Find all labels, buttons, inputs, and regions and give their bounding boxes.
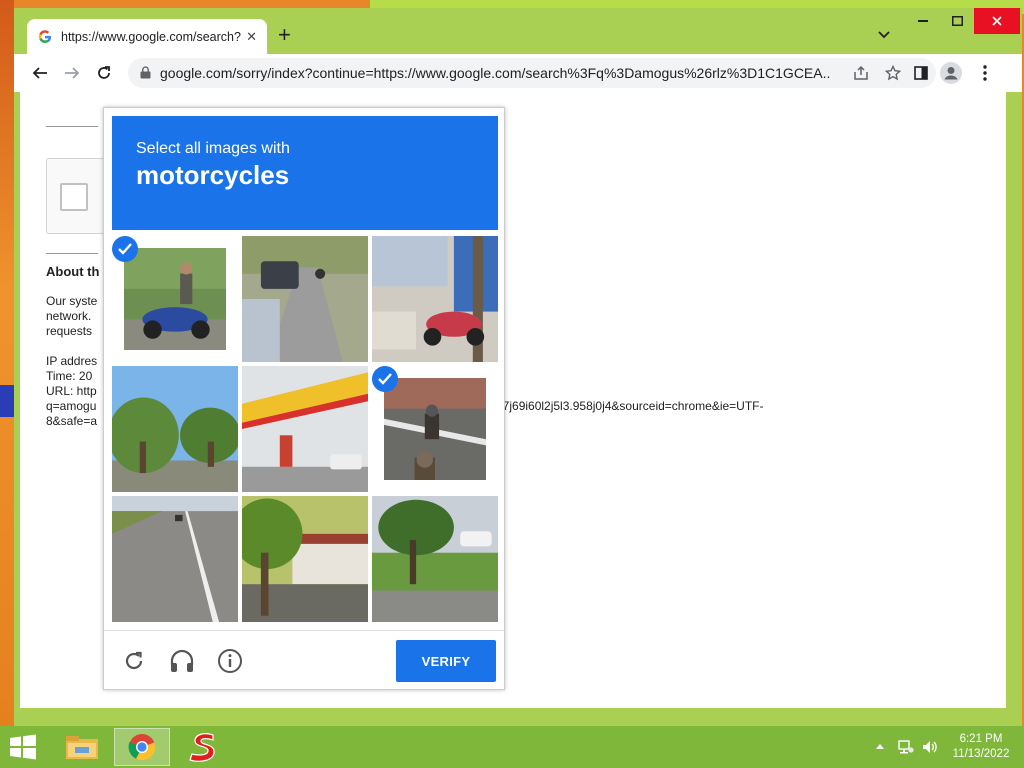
recaptcha-widget — [46, 158, 106, 234]
maximize-icon[interactable] — [940, 8, 974, 34]
back-icon[interactable] — [29, 62, 51, 84]
google-favicon-icon — [37, 29, 53, 45]
side-panel-icon[interactable] — [910, 62, 932, 84]
captcha-tile-2[interactable] — [242, 236, 368, 362]
volume-icon[interactable] — [922, 740, 938, 757]
captcha-tile-4[interactable] — [112, 366, 238, 492]
tab-strip: https://www.google.com/search? ✕ + — [14, 8, 1022, 54]
page-viewport: About th Our syste network. requests IP … — [20, 92, 1006, 708]
show-hidden-icons-icon[interactable] — [876, 738, 884, 752]
clock-date: 11/13/2022 — [952, 748, 1010, 760]
clock-time: 6:21 PM — [959, 733, 1003, 745]
captcha-tile-6[interactable] — [372, 366, 498, 492]
taskbar: 6:21 PM 11/13/2022 — [0, 726, 1024, 768]
browser-tab[interactable]: https://www.google.com/search? ✕ — [27, 19, 267, 54]
captcha-tile-1[interactable] — [112, 236, 238, 362]
captcha-tile-3[interactable] — [372, 236, 498, 362]
about-heading: About th — [46, 264, 100, 279]
new-tab-icon[interactable]: + — [278, 24, 291, 46]
divider — [46, 126, 98, 127]
address-bar[interactable]: google.com/sorry/index?continue=https://… — [128, 58, 936, 88]
desktop-background-left — [0, 0, 14, 730]
lock-icon[interactable] — [140, 66, 151, 84]
captcha-instruction: Select all images with — [136, 140, 290, 157]
browser-toolbar: google.com/sorry/index?continue=https://… — [14, 54, 1022, 92]
selected-check-icon — [112, 236, 138, 262]
divider — [46, 253, 98, 254]
motorcyclist-road-image — [384, 378, 486, 480]
minimize-icon[interactable] — [906, 8, 940, 34]
ip-line: IP addres — [46, 354, 98, 368]
time-line: Time: 20 — [46, 369, 93, 383]
captcha-tile-5[interactable] — [242, 366, 368, 492]
scooter-shop-image — [372, 236, 498, 362]
chrome-taskbar-icon[interactable] — [114, 728, 170, 766]
body-text: requests — [46, 324, 93, 338]
url-line: URL: http — [46, 384, 97, 398]
verify-button[interactable]: VERIFY — [396, 640, 496, 682]
selected-check-icon — [372, 366, 398, 392]
captcha-image-grid — [112, 236, 498, 622]
building-trees-image — [242, 496, 368, 622]
tab-search-chevron-icon[interactable] — [878, 26, 890, 44]
tab-title: https://www.google.com/search? — [61, 29, 241, 44]
reload-challenge-icon[interactable] — [120, 647, 148, 675]
file-explorer-icon[interactable] — [54, 728, 110, 766]
motorcycle-rider-image — [124, 248, 226, 350]
forward-icon[interactable] — [61, 62, 83, 84]
browser-window: https://www.google.com/search? ✕ + googl… — [14, 8, 1022, 726]
share-icon[interactable] — [852, 64, 870, 82]
road-car-image — [242, 236, 368, 362]
recaptcha-checkbox[interactable] — [60, 183, 88, 211]
captcha-footer: VERIFY — [104, 630, 504, 690]
bookmark-star-icon[interactable] — [884, 64, 902, 82]
info-icon[interactable] — [216, 647, 244, 675]
desktop-background-strip — [0, 385, 14, 417]
gas-station-image — [242, 366, 368, 492]
reload-icon[interactable] — [93, 62, 115, 84]
menu-kebab-icon[interactable] — [974, 62, 996, 84]
highway-image — [112, 496, 238, 622]
system-clock[interactable]: 6:21 PM 11/13/2022 — [944, 732, 1018, 762]
url-text: google.com/sorry/index?continue=https://… — [160, 65, 830, 81]
network-icon[interactable] — [898, 740, 914, 757]
body-text: Our syste — [46, 294, 98, 308]
url-line-2: q=amogu — [46, 399, 97, 413]
captcha-challenge-dialog: Select all images with motorcycles VERIF… — [103, 107, 505, 690]
captcha-tile-9[interactable] — [372, 496, 498, 622]
windows-start-icon[interactable] — [8, 734, 38, 760]
profile-avatar-icon[interactable] — [940, 62, 962, 84]
captcha-target: motorcycles — [136, 160, 290, 190]
body-text: network. — [46, 309, 92, 323]
captcha-tile-7[interactable] — [112, 496, 238, 622]
audio-challenge-headphones-icon[interactable] — [168, 647, 196, 675]
tab-close-icon[interactable]: ✕ — [246, 29, 257, 45]
url-line-2-tail: 57j69i60l2j5l3.958j0j4&sourceid=chrome&i… — [496, 399, 764, 413]
captcha-tile-8[interactable] — [242, 496, 368, 622]
app-s-taskbar-icon[interactable] — [176, 728, 232, 766]
close-window-icon[interactable] — [974, 8, 1020, 34]
roadside-trees-image — [372, 496, 498, 622]
trees-road-image — [112, 366, 238, 492]
captcha-header: Select all images with motorcycles — [112, 116, 498, 230]
url-line-3: 8&safe=a — [46, 414, 98, 428]
